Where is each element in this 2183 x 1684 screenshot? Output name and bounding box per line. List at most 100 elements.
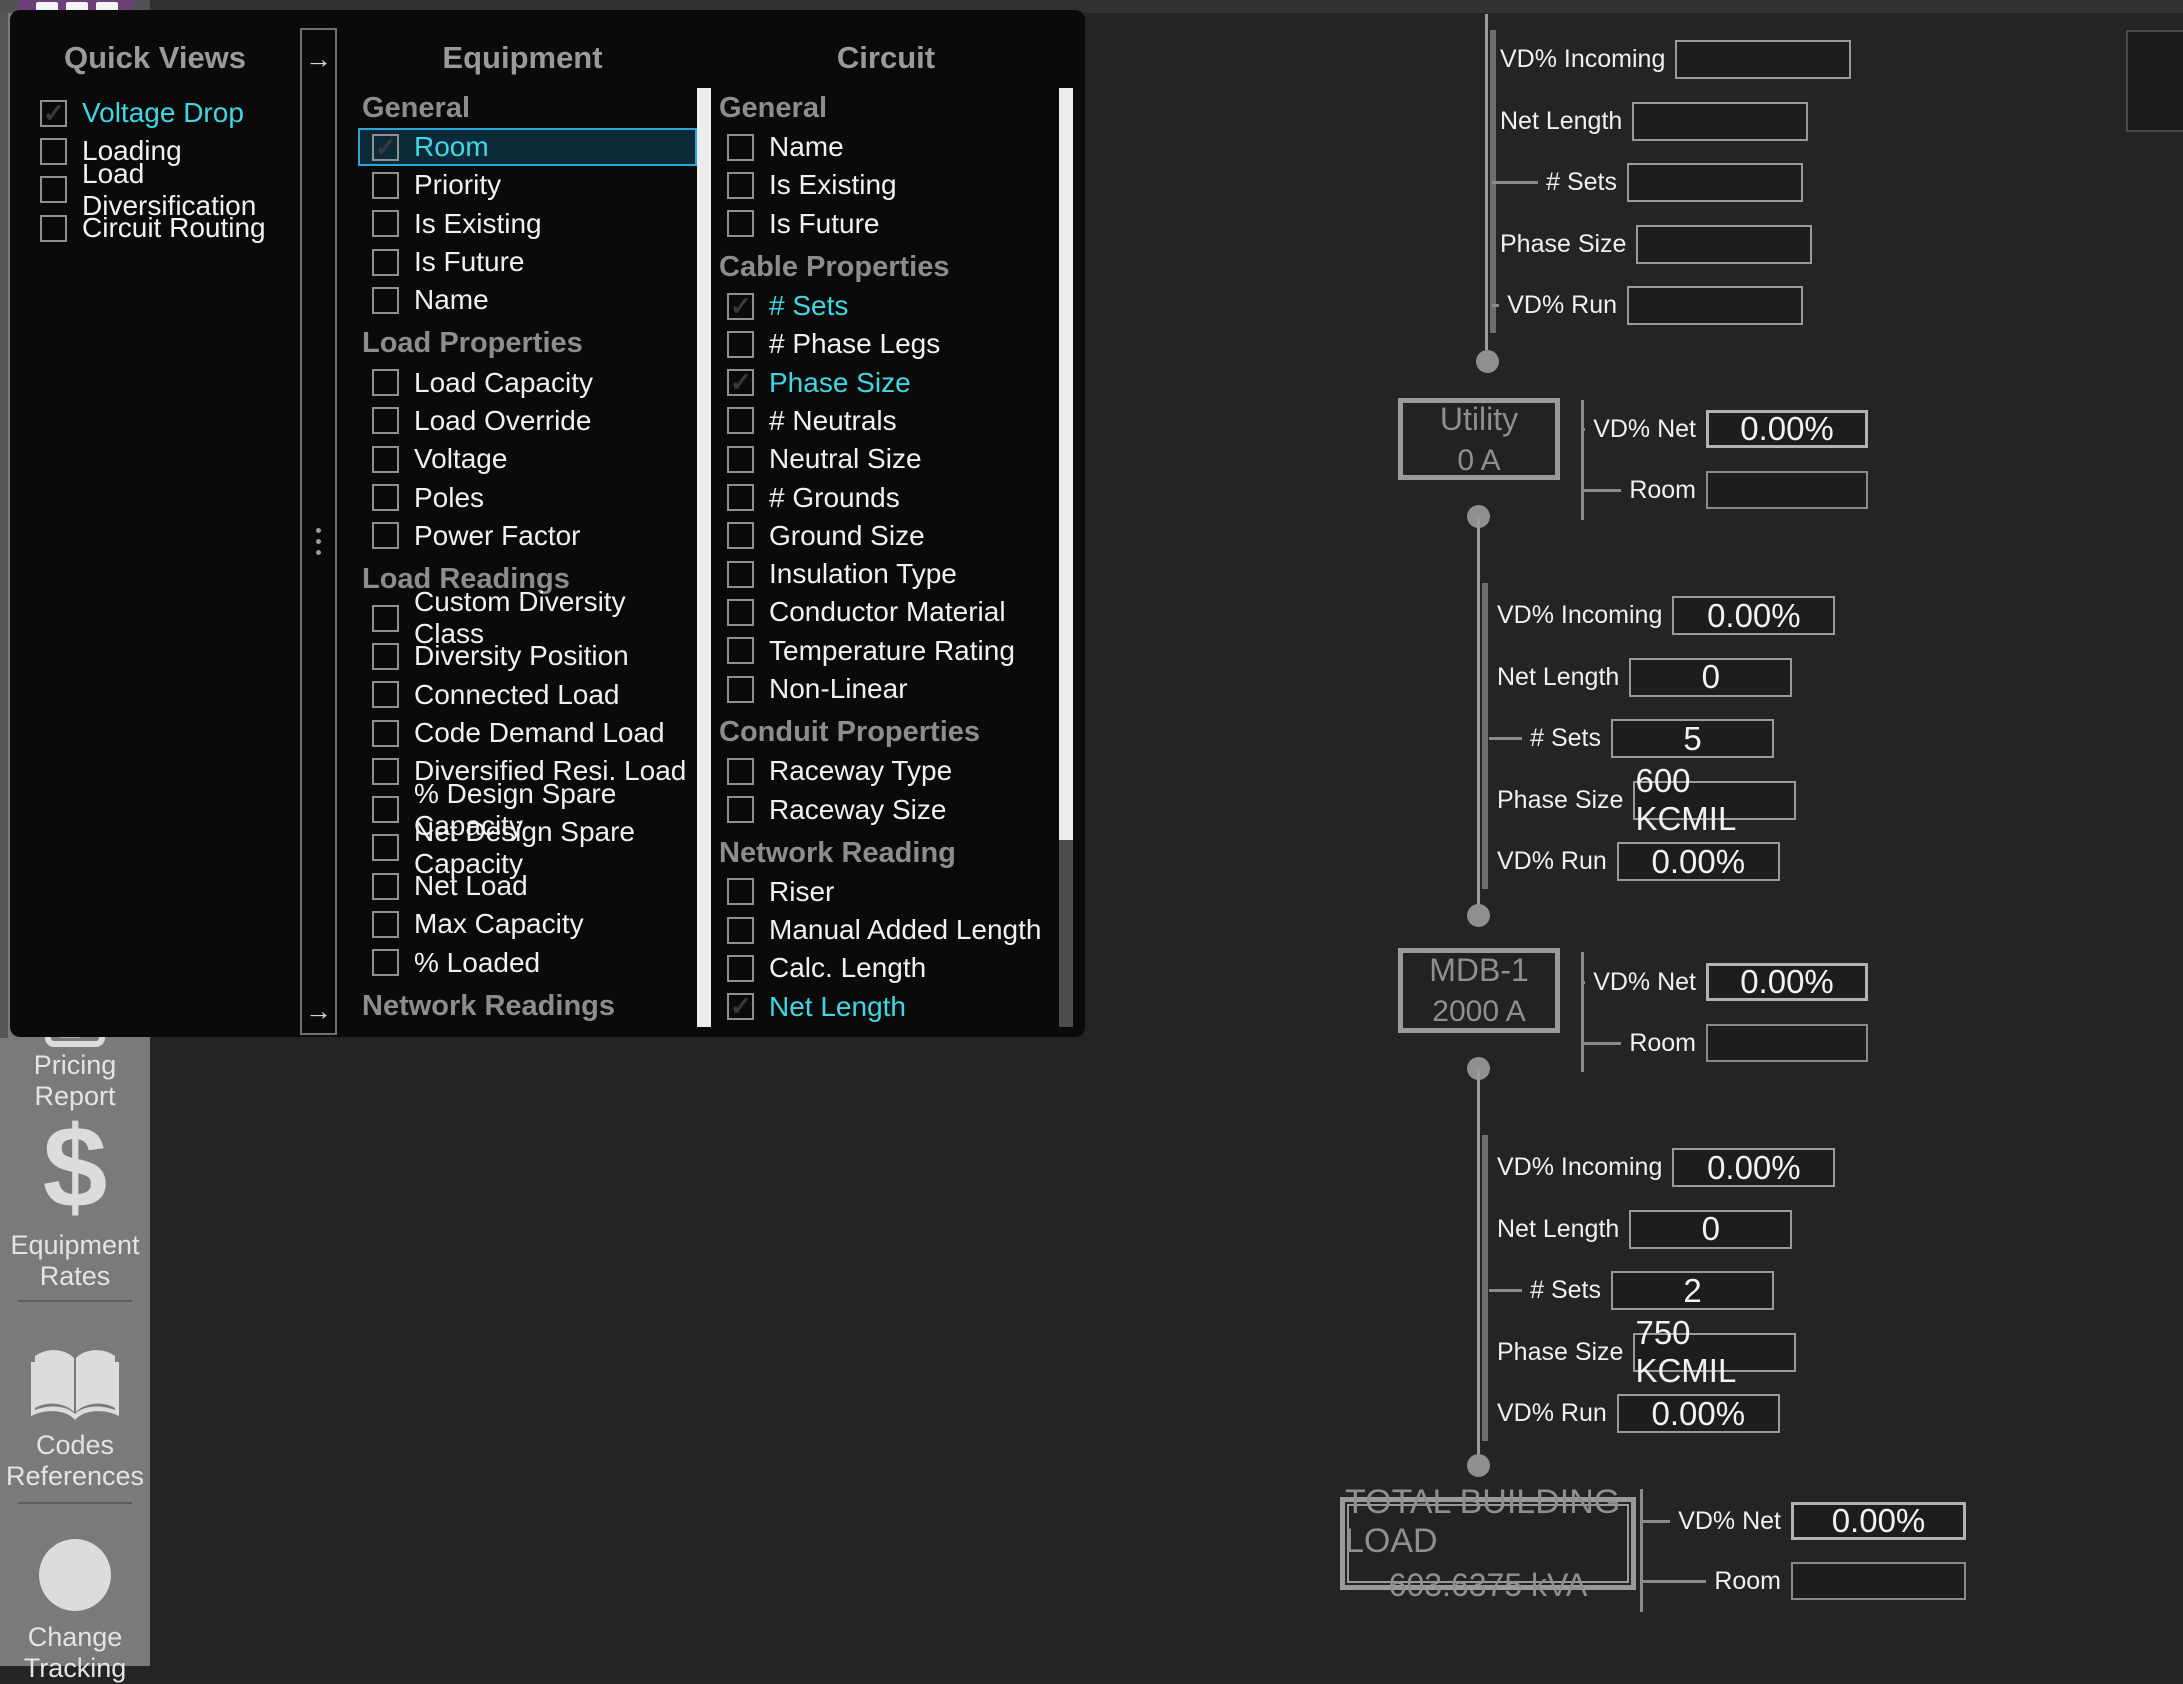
- circuit-option[interactable]: Raceway Size: [715, 790, 1057, 828]
- checkbox[interactable]: [727, 369, 754, 396]
- quick-view-voltage-drop[interactable]: Voltage Drop: [10, 94, 300, 132]
- checkbox[interactable]: [372, 210, 399, 237]
- vd-net-field[interactable]: 0.00%: [1791, 1502, 1966, 1540]
- checkbox[interactable]: [727, 993, 754, 1020]
- checkbox[interactable]: [727, 758, 754, 785]
- checkbox[interactable]: [727, 293, 754, 320]
- net-length-field[interactable]: [1632, 102, 1808, 141]
- circuit-option[interactable]: # Phase Legs: [715, 325, 1057, 363]
- checkbox[interactable]: [372, 605, 399, 632]
- equipment-option[interactable]: Custom Diversity Class: [348, 599, 697, 637]
- vd-net-field[interactable]: 0.00%: [1706, 410, 1868, 448]
- checkbox[interactable]: [372, 643, 399, 670]
- equipment-option[interactable]: % Loaded: [348, 944, 697, 982]
- circuit-option[interactable]: Ground Size: [715, 517, 1057, 555]
- checkbox[interactable]: [727, 484, 754, 511]
- circuit-option[interactable]: Riser: [715, 873, 1057, 911]
- total-building-load-node[interactable]: TOTAL BUILDING LOAD 603.6375 kVA: [1340, 1497, 1636, 1590]
- checkbox[interactable]: [727, 599, 754, 626]
- expand-arrow-icon[interactable]: →: [302, 996, 335, 1027]
- checkbox[interactable]: [372, 873, 399, 900]
- phase-size-field[interactable]: 750 KCMIL: [1633, 1333, 1796, 1372]
- checkbox[interactable]: [372, 796, 399, 823]
- equipment-option[interactable]: Poles: [348, 478, 697, 516]
- equipment-option[interactable]: Priority: [348, 166, 697, 204]
- circuit-option[interactable]: # Neutrals: [715, 402, 1057, 440]
- net-length-field[interactable]: 0: [1629, 658, 1792, 697]
- equipment-option[interactable]: Code Demand Load: [348, 714, 697, 752]
- circuit-option[interactable]: Conductor Material: [715, 593, 1057, 631]
- checkbox[interactable]: [727, 878, 754, 905]
- quick-view-load-diversification[interactable]: Load Diversification: [10, 171, 300, 209]
- checkbox[interactable]: [372, 249, 399, 276]
- checkbox[interactable]: [727, 522, 754, 549]
- checkbox[interactable]: [727, 134, 754, 161]
- scrollbar-thumb[interactable]: [697, 88, 711, 1027]
- circuit-option[interactable]: # Grounds: [715, 478, 1057, 516]
- vd-net-field[interactable]: 0.00%: [1706, 963, 1868, 1001]
- circuit-option[interactable]: Is Future: [715, 205, 1057, 243]
- checkbox[interactable]: [40, 138, 67, 165]
- checkbox[interactable]: [372, 407, 399, 434]
- equipment-option[interactable]: Load Override: [348, 402, 697, 440]
- checkbox[interactable]: [727, 446, 754, 473]
- book-icon[interactable]: [29, 1346, 121, 1424]
- checkbox[interactable]: [372, 369, 399, 396]
- circuit-option[interactable]: Neutral Size: [715, 440, 1057, 478]
- vd-incoming-field[interactable]: 0.00%: [1672, 596, 1835, 635]
- checkbox[interactable]: [727, 637, 754, 664]
- checkbox[interactable]: [727, 917, 754, 944]
- checkbox[interactable]: [372, 134, 399, 161]
- checkbox[interactable]: [372, 681, 399, 708]
- equipment-option[interactable]: Connected Load: [348, 676, 697, 714]
- sets-field[interactable]: [1627, 163, 1803, 202]
- dollar-icon[interactable]: $: [0, 1108, 150, 1226]
- room-field[interactable]: [1706, 1024, 1868, 1062]
- sets-field[interactable]: 5: [1611, 719, 1774, 758]
- equipment-option[interactable]: Net Design Spare Capacity: [348, 829, 697, 867]
- checkbox[interactable]: [727, 796, 754, 823]
- scrollbar-thumb[interactable]: [1059, 88, 1073, 840]
- equipment-option[interactable]: Is Future: [348, 243, 697, 281]
- equipment-option-room[interactable]: Room: [358, 128, 697, 166]
- circuit-option[interactable]: Manual Added Length: [715, 911, 1057, 949]
- circuit-option-net-length[interactable]: Net Length: [715, 988, 1057, 1026]
- checkbox[interactable]: [372, 758, 399, 785]
- circuit-option-phase-size[interactable]: Phase Size: [715, 363, 1057, 401]
- circuit-scrollbar[interactable]: [1059, 88, 1073, 1027]
- checkbox[interactable]: [372, 949, 399, 976]
- equipment-scrollbar[interactable]: [697, 88, 711, 1027]
- mdb-1-node[interactable]: MDB-1 2000 A: [1398, 948, 1560, 1033]
- checkbox[interactable]: [372, 287, 399, 314]
- checkbox[interactable]: [40, 100, 67, 127]
- checkbox[interactable]: [372, 522, 399, 549]
- checkbox[interactable]: [372, 446, 399, 473]
- utility-node[interactable]: Utility 0 A: [1398, 398, 1560, 480]
- checkbox[interactable]: [372, 172, 399, 199]
- equipment-option[interactable]: Load Capacity: [348, 363, 697, 401]
- compass-icon[interactable]: [37, 1537, 113, 1613]
- checkbox[interactable]: [372, 834, 399, 861]
- vd-incoming-field[interactable]: 0.00%: [1672, 1148, 1835, 1187]
- drag-grip-icon[interactable]: [316, 522, 321, 561]
- equipment-option[interactable]: Is Existing: [348, 205, 697, 243]
- vd-run-field[interactable]: 0.00%: [1617, 842, 1780, 881]
- checkbox[interactable]: [372, 911, 399, 938]
- circuit-option[interactable]: Is Existing: [715, 166, 1057, 204]
- vd-incoming-field[interactable]: [1675, 40, 1851, 79]
- checkbox[interactable]: [727, 172, 754, 199]
- checkbox[interactable]: [727, 676, 754, 703]
- checkbox[interactable]: [727, 331, 754, 358]
- equipment-option[interactable]: Power Factor: [348, 517, 697, 555]
- room-field[interactable]: [1791, 1562, 1966, 1600]
- expand-arrow-icon[interactable]: →: [302, 44, 335, 75]
- vd-run-field[interactable]: 0.00%: [1617, 1394, 1780, 1433]
- sidebar-item-equipment-rates[interactable]: EquipmentRates: [0, 1230, 150, 1292]
- sets-field[interactable]: 2: [1611, 1271, 1774, 1310]
- net-length-field[interactable]: 0: [1629, 1210, 1792, 1249]
- checkbox[interactable]: [372, 720, 399, 747]
- panel-expander-strip[interactable]: → →: [300, 28, 337, 1035]
- circuit-option[interactable]: Name: [715, 128, 1057, 166]
- equipment-option[interactable]: Name: [348, 281, 697, 319]
- checkbox[interactable]: [40, 215, 67, 242]
